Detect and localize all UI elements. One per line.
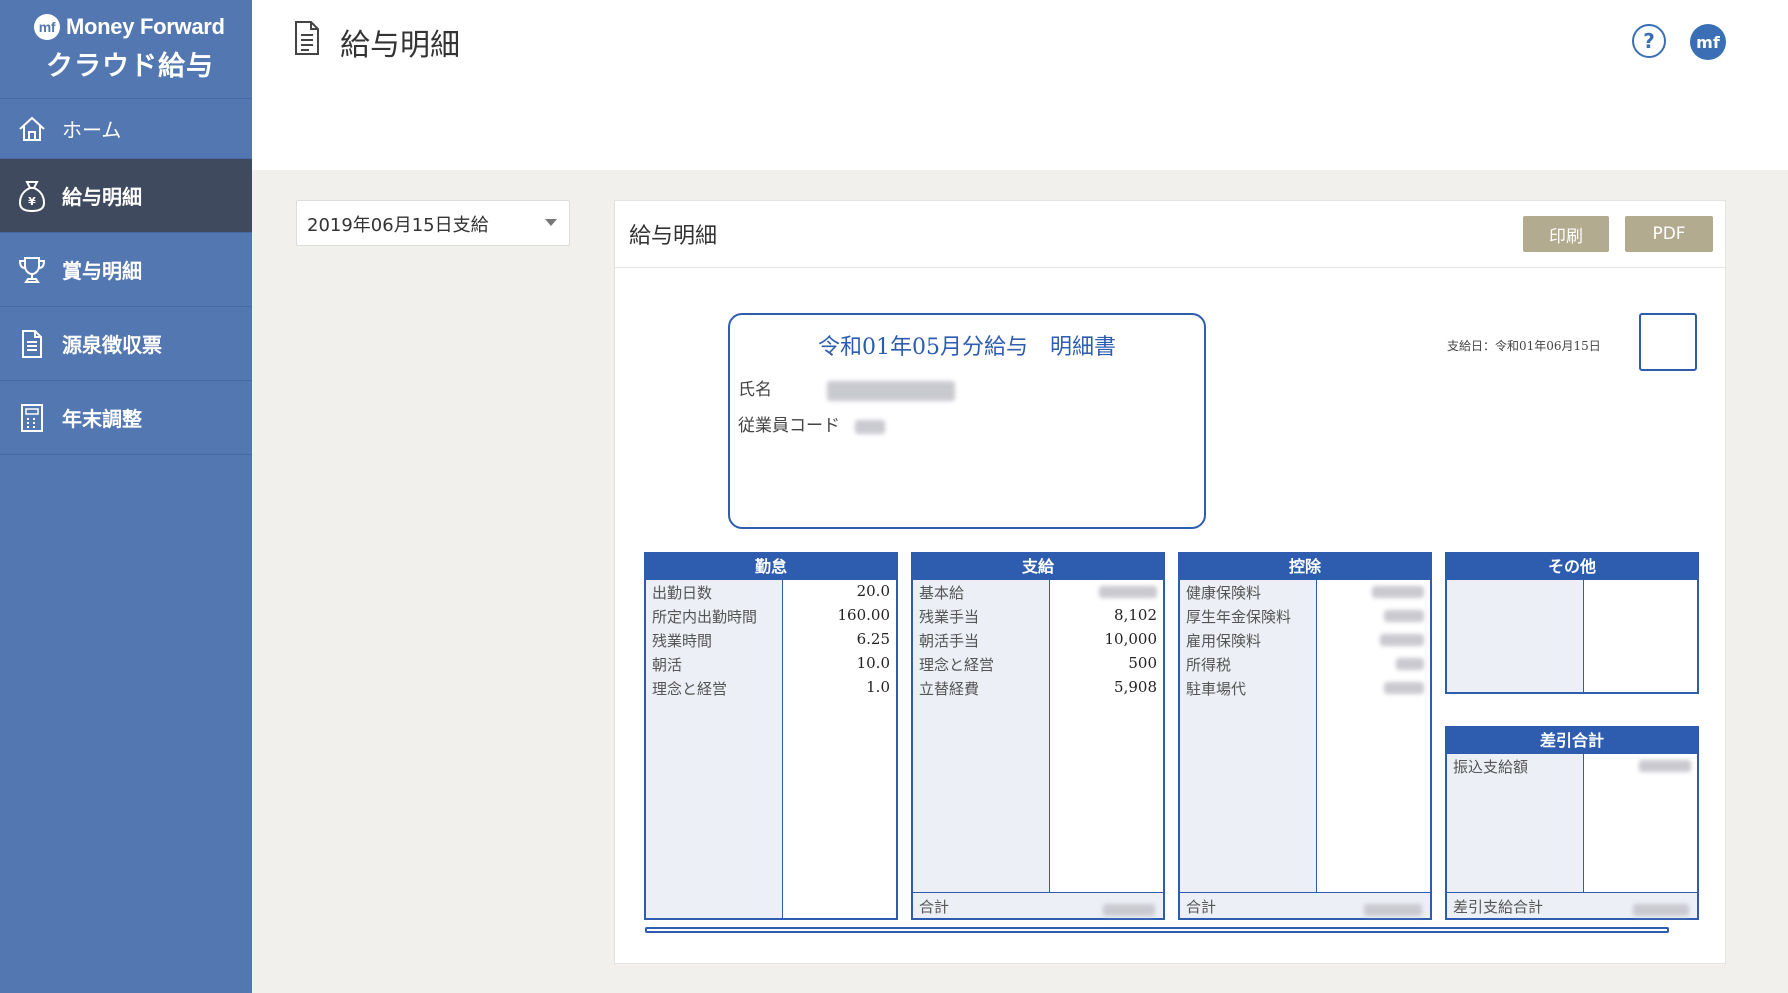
money-forward-app-icon[interactable]: mf bbox=[1690, 24, 1726, 60]
header: 給与明細 ? mf bbox=[252, 0, 1788, 170]
brand-product: クラウド給与 bbox=[46, 51, 214, 82]
payslip-title: 令和01年05月分給与 明細書 bbox=[818, 335, 1116, 360]
sidebar-item-payslip[interactable]: ¥ 給与明細 bbox=[0, 159, 252, 233]
table-row: 振込支給額 bbox=[1447, 754, 1697, 778]
employee-code-label: 従業員コード bbox=[738, 416, 840, 436]
deduction-title: 控除 bbox=[1180, 554, 1430, 580]
table-row: 雇用保険料 bbox=[1180, 628, 1430, 652]
table-row: 理念と経営 1.0 bbox=[652, 678, 890, 698]
other-table: その他 bbox=[1445, 552, 1699, 694]
employee-code-redacted bbox=[855, 419, 886, 434]
payment-table: 支給 基本給 残業手当 8,102 朝活手当 10,000 理念と経営 500 立替経… bbox=[911, 552, 1165, 920]
table-row: 所得税 bbox=[1180, 652, 1430, 676]
amount-redacted bbox=[1384, 682, 1424, 694]
total-redacted bbox=[1103, 904, 1155, 916]
sidebar-item-label: 給与明細 bbox=[62, 185, 142, 209]
name-row: 氏名 bbox=[738, 375, 956, 401]
home-icon bbox=[16, 113, 48, 145]
table-row: 所定内出勤時間 160.00 bbox=[652, 606, 890, 626]
total-redacted bbox=[1633, 904, 1689, 916]
attendance-table: 勤怠 出勤日数 20.0 所定内出勤時間 160.00 残業時間 6.25 朝活 10.… bbox=[644, 552, 898, 920]
document-icon bbox=[292, 20, 322, 64]
trophy-icon bbox=[16, 254, 48, 286]
table-row: 立替経費 5,908 bbox=[919, 678, 1157, 698]
net-total-title: 差引合計 bbox=[1447, 728, 1697, 754]
name-redacted bbox=[827, 380, 956, 401]
chevron-down-icon bbox=[545, 219, 557, 226]
amount-redacted bbox=[1396, 658, 1424, 670]
attendance-title: 勤怠 bbox=[646, 554, 896, 580]
stamp-box bbox=[1639, 313, 1697, 371]
sidebar-item-label: 年末調整 bbox=[62, 407, 142, 431]
net-total-table: 差引合計 振込支給額 差引支給合計 bbox=[1445, 726, 1699, 920]
payment-date-select[interactable]: 2019年06月15日支給 bbox=[296, 200, 570, 246]
money-forward-logo-icon: mf bbox=[34, 14, 60, 40]
payment-total-row: 合計 bbox=[913, 892, 1163, 918]
table-row: 残業手当 8,102 bbox=[919, 606, 1157, 626]
payslip-panel: 給与明細 印刷 PDF 令和01年05月分給与 明細書 氏名 従業員コード 支給… bbox=[614, 200, 1726, 964]
brand-name: Money Forward bbox=[66, 14, 225, 39]
amount-redacted bbox=[1384, 610, 1424, 622]
brand[interactable]: mf Money Forward クラウド給与 bbox=[0, 0, 252, 99]
table-row: 朝活 10.0 bbox=[652, 654, 890, 674]
name-label: 氏名 bbox=[738, 380, 772, 400]
table-row: 駐車場代 bbox=[1180, 676, 1430, 700]
sidebar-item-label: 賞与明細 bbox=[62, 259, 142, 283]
sidebar-item-label: 源泉徴収票 bbox=[62, 333, 162, 357]
sidebar-item-bonus[interactable]: 賞与明細 bbox=[0, 233, 252, 307]
table-row: 残業時間 6.25 bbox=[652, 630, 890, 650]
sidebar-item-withholding[interactable]: 源泉徴収票 bbox=[0, 307, 252, 381]
table-row: 出勤日数 20.0 bbox=[652, 582, 890, 602]
payslip-bottom-border bbox=[645, 927, 1669, 933]
help-icon[interactable]: ? bbox=[1632, 24, 1666, 58]
table-row: 厚生年金保険料 bbox=[1180, 604, 1430, 628]
deduction-total-row: 合計 bbox=[1180, 892, 1430, 918]
print-button[interactable]: 印刷 bbox=[1523, 216, 1609, 252]
sidebar-item-home[interactable]: ホーム bbox=[0, 99, 252, 159]
other-title: その他 bbox=[1447, 554, 1697, 580]
employee-code-row: 従業員コード bbox=[738, 411, 886, 436]
deduction-table: 控除 健康保険料 厚生年金保険料 雇用保険料 所得税 駐車場代 合計 bbox=[1178, 552, 1432, 920]
svg-text:¥: ¥ bbox=[28, 195, 36, 208]
total-redacted bbox=[1364, 904, 1422, 916]
page-title-text: 給与明細 bbox=[340, 28, 460, 63]
net-total-row: 差引支給合計 bbox=[1447, 892, 1697, 918]
panel-title: 給与明細 bbox=[629, 224, 718, 249]
payslip-title-box: 令和01年05月分給与 明細書 氏名 従業員コード bbox=[728, 313, 1206, 529]
calculator-icon bbox=[16, 402, 48, 434]
table-row: 基本給 bbox=[913, 580, 1163, 604]
payment-date-value: 2019年06月15日支給 bbox=[307, 215, 489, 236]
payday: 支給日：令和01年06月15日 bbox=[1447, 339, 1601, 353]
amount-redacted bbox=[1372, 586, 1424, 598]
payment-title: 支給 bbox=[913, 554, 1163, 580]
table-row: 朝活手当 10,000 bbox=[919, 630, 1157, 650]
money-bag-icon: ¥ bbox=[16, 180, 48, 212]
amount-redacted bbox=[1380, 634, 1424, 646]
amount-redacted bbox=[1099, 586, 1157, 598]
table-row: 理念と経営 500 bbox=[919, 654, 1157, 674]
sidebar: mf Money Forward クラウド給与 ホーム ¥ 給与明細 賞与明細 … bbox=[0, 0, 252, 993]
table-row: 健康保険料 bbox=[1180, 580, 1430, 604]
sidebar-item-year-end[interactable]: 年末調整 bbox=[0, 381, 252, 455]
amount-redacted bbox=[1639, 760, 1691, 772]
panel-header: 給与明細 印刷 PDF bbox=[615, 201, 1725, 268]
sidebar-item-label: ホーム bbox=[62, 118, 122, 142]
document-icon bbox=[16, 328, 48, 360]
pdf-button[interactable]: PDF bbox=[1625, 216, 1713, 252]
page-title: 給与明細 bbox=[292, 20, 460, 64]
